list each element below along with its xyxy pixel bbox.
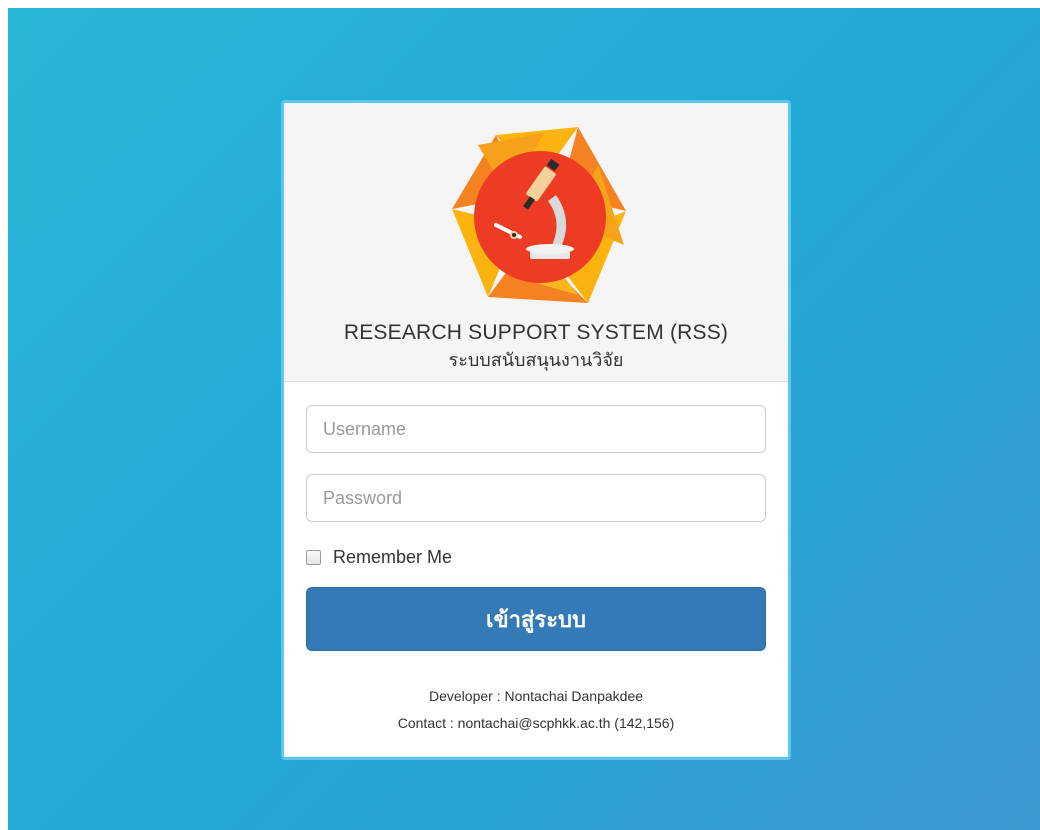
login-button[interactable]: เข้าสู่ระบบ bbox=[306, 587, 766, 651]
contact-info: Contact : nontachai@scphkk.ac.th (142,15… bbox=[397, 715, 675, 731]
remember-me-checkbox[interactable] bbox=[306, 550, 321, 565]
footer: Developer : Nontachai Danpakdee Contact … bbox=[284, 683, 788, 737]
app-title-th: ระบบสนับสนุนงานวิจัย bbox=[448, 350, 624, 371]
login-card-header: RESEARCH SUPPORT SYSTEM (RSS) ระบบสนับสน… bbox=[284, 103, 788, 382]
login-card: RESEARCH SUPPORT SYSTEM (RSS) ระบบสนับสน… bbox=[281, 100, 791, 760]
page-background: RESEARCH SUPPORT SYSTEM (RSS) ระบบสนับสน… bbox=[8, 8, 1040, 830]
developer-credit: Developer : Nontachai Danpakdee bbox=[428, 688, 644, 704]
microscope-logo-icon bbox=[452, 127, 626, 303]
username-input[interactable] bbox=[306, 405, 766, 453]
remember-me-row[interactable]: Remember Me bbox=[306, 547, 452, 568]
password-input[interactable] bbox=[306, 474, 766, 522]
app-title-en: RESEARCH SUPPORT SYSTEM (RSS) bbox=[343, 321, 729, 344]
remember-me-label: Remember Me bbox=[333, 547, 453, 567]
